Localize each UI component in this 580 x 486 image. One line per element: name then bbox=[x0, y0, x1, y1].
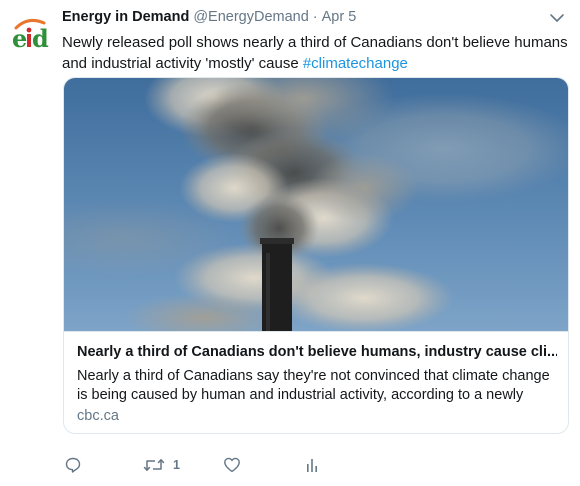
retweet-count: 1 bbox=[173, 458, 180, 472]
svg-text:d: d bbox=[32, 24, 49, 53]
reply-icon bbox=[65, 457, 81, 473]
heart-icon bbox=[224, 457, 240, 473]
hashtag-link[interactable]: #climatechange bbox=[303, 55, 408, 72]
retweet-button[interactable]: 1 bbox=[143, 452, 180, 478]
reply-button[interactable] bbox=[64, 452, 82, 478]
analytics-button[interactable] bbox=[305, 452, 319, 478]
separator-dot: · bbox=[312, 9, 318, 25]
card-domain: cbc.ca bbox=[77, 408, 119, 424]
author-handle[interactable]: @EnergyDemand bbox=[193, 9, 308, 25]
eid-logo: e d bbox=[12, 18, 49, 53]
avatar[interactable]: e d bbox=[8, 11, 54, 57]
analytics-icon bbox=[307, 459, 317, 472]
link-card[interactable]: Nearly a third of Canadians don't believ… bbox=[63, 77, 569, 434]
tweet-date[interactable]: Apr 5 bbox=[322, 9, 357, 25]
card-title[interactable]: Nearly a third of Canadians don't believ… bbox=[77, 344, 557, 360]
tweet[interactable]: e d Energy in Demand @EnergyDemand · Apr… bbox=[0, 0, 580, 486]
tweet-text: Newly released poll shows nearly a third… bbox=[62, 32, 572, 74]
card-image bbox=[64, 78, 568, 332]
tweet-header: Energy in Demand @EnergyDemand · Apr 5 bbox=[62, 9, 356, 29]
svg-text:e: e bbox=[12, 24, 27, 53]
chevron-down-icon[interactable] bbox=[549, 12, 565, 24]
tweet-actions: 1 bbox=[0, 452, 580, 478]
like-button[interactable] bbox=[223, 452, 241, 478]
card-description: Nearly a third of Canadians say they're … bbox=[77, 368, 550, 403]
author-name[interactable]: Energy in Demand bbox=[62, 9, 189, 25]
smokestack-image bbox=[64, 78, 568, 331]
retweet-icon bbox=[143, 459, 165, 471]
